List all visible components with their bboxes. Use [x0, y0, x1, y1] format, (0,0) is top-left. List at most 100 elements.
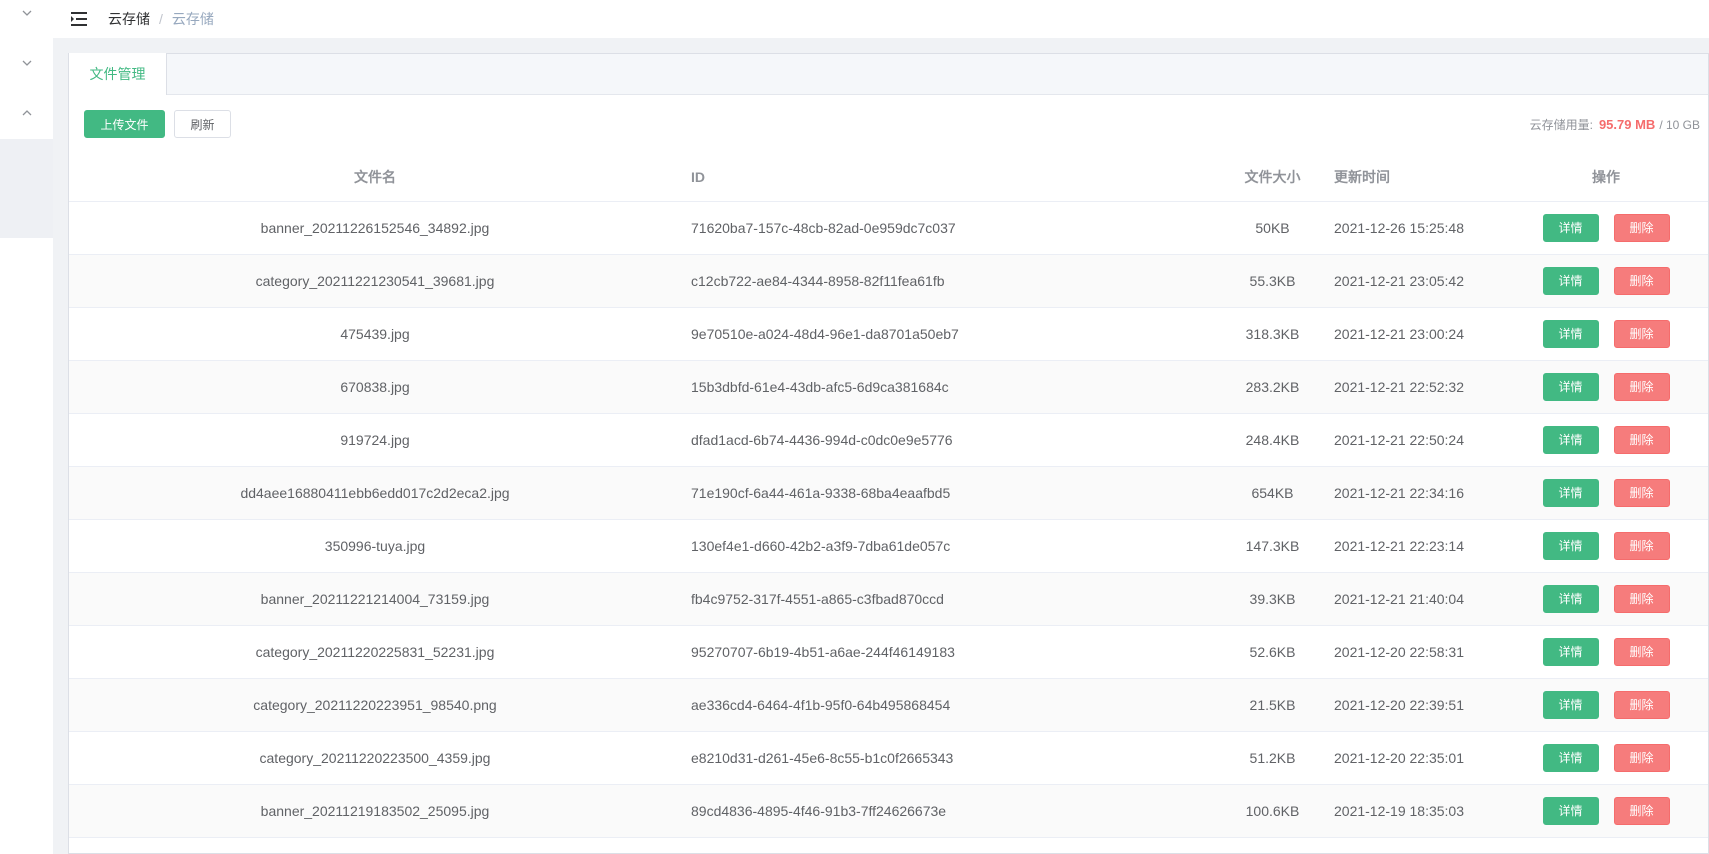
- detail-button[interactable]: 详情: [1542, 478, 1599, 507]
- file-time-cell: 2021-12-21 21:40:04: [1324, 572, 1504, 626]
- table-row: 350996-tuya.jpg 130ef4e1-d660-42b2-a3f9-7…: [69, 519, 1708, 573]
- file-time-cell: 2021-12-20 22:35:01: [1324, 731, 1504, 785]
- file-time-cell: 2021-12-21 22:52:32: [1324, 360, 1504, 414]
- detail-button[interactable]: 详情: [1542, 584, 1599, 613]
- file-time-cell: 2021-12-19 18:35:03: [1324, 784, 1504, 838]
- file-time-cell: 2021-12-20 22:39:51: [1324, 678, 1504, 732]
- operations-group: 详情 删除: [1504, 743, 1708, 772]
- table-row: category_20211220223500_4359.jpg e8210d31…: [69, 731, 1708, 785]
- file-time-cell: 2021-12-21 23:00:24: [1324, 307, 1504, 361]
- operations-group: 详情 删除: [1504, 637, 1708, 666]
- delete-button[interactable]: 删除: [1613, 690, 1670, 719]
- operations-cell: 详情 删除: [1504, 413, 1708, 467]
- file-name-cell: 475439.jpg: [69, 307, 681, 361]
- storage-usage: 云存储用量: 95.79 MB / 10 GB: [1530, 116, 1700, 133]
- delete-button[interactable]: 删除: [1613, 584, 1670, 613]
- table-row: 670838.jpg 15b3dbfd-61e4-43db-afc5-6d9ca3…: [69, 360, 1708, 414]
- operations-group: 详情 删除: [1504, 425, 1708, 454]
- operations-cell: 详情 删除: [1504, 784, 1708, 838]
- detail-button[interactable]: 详情: [1542, 531, 1599, 560]
- operations-cell: 详情 删除: [1504, 307, 1708, 361]
- table-row: category_20211220223951_98540.png ae336cd…: [69, 678, 1708, 732]
- table-row: dd4aee16880411ebb6edd017c2d2eca2.jpg 71e1…: [69, 466, 1708, 520]
- delete-button[interactable]: 删除: [1613, 213, 1670, 242]
- delete-button[interactable]: 删除: [1613, 796, 1670, 825]
- column-header-size: 文件大小: [1221, 153, 1324, 202]
- delete-button[interactable]: 删除: [1613, 266, 1670, 295]
- file-time-cell: 2021-12-21 22:34:16: [1324, 466, 1504, 520]
- table-row: 475439.jpg 9e70510e-a024-48d4-96e1-da8701…: [69, 307, 1708, 361]
- file-name-cell: category_20211220223951_98540.png: [69, 678, 681, 732]
- operations-cell: 详情 删除: [1504, 254, 1708, 308]
- detail-button[interactable]: 详情: [1542, 690, 1599, 719]
- operations-group: 详情 删除: [1504, 478, 1708, 507]
- breadcrumb-separator: /: [159, 11, 163, 27]
- operations-cell: 详情 删除: [1504, 625, 1708, 679]
- column-header-name: 文件名: [69, 153, 681, 202]
- delete-button[interactable]: 删除: [1613, 743, 1670, 772]
- file-name-cell: 670838.jpg: [69, 360, 681, 414]
- chevron-down-icon[interactable]: [0, 51, 53, 75]
- detail-button[interactable]: 详情: [1542, 743, 1599, 772]
- file-name-cell: 350996-tuya.jpg: [69, 519, 681, 573]
- detail-button[interactable]: 详情: [1542, 425, 1599, 454]
- file-name-cell: banner_20211226152546_34892.jpg: [69, 201, 681, 255]
- file-time-cell: 2021-12-21 22:50:24: [1324, 413, 1504, 467]
- column-header-id: ID: [681, 153, 1221, 202]
- operations-cell: 详情 删除: [1504, 731, 1708, 785]
- operations-group: 详情 删除: [1504, 319, 1708, 348]
- storage-usage-label: 云存储用量:: [1529, 118, 1593, 132]
- delete-button[interactable]: 删除: [1613, 425, 1670, 454]
- table-row: 919724.jpg dfad1acd-6b74-4436-994d-c0dc0e…: [69, 413, 1708, 467]
- file-size-cell: 21.5KB: [1221, 678, 1324, 732]
- refresh-button[interactable]: 刷新: [174, 110, 231, 138]
- detail-button[interactable]: 详情: [1542, 319, 1599, 348]
- operations-cell: 详情 删除: [1504, 519, 1708, 573]
- detail-button[interactable]: 详情: [1542, 637, 1599, 666]
- file-name-cell: dd4aee16880411ebb6edd017c2d2eca2.jpg: [69, 466, 681, 520]
- sidebar-active-submenu[interactable]: [0, 139, 53, 238]
- upload-file-button[interactable]: 上传文件: [84, 110, 165, 138]
- detail-button[interactable]: 详情: [1542, 372, 1599, 401]
- table-row: banner_20211221214004_73159.jpg fb4c9752-…: [69, 572, 1708, 626]
- detail-button[interactable]: 详情: [1542, 266, 1599, 295]
- detail-button[interactable]: 详情: [1542, 796, 1599, 825]
- storage-usage-total: / 10 GB: [1659, 118, 1700, 132]
- storage-usage-value: 95.79 MB: [1598, 117, 1656, 132]
- file-id-cell: 15b3dbfd-61e4-43db-afc5-6d9ca381684c: [681, 360, 1221, 414]
- detail-button[interactable]: 详情: [1542, 213, 1599, 242]
- file-name-cell: banner_20211219183502_25095.jpg: [69, 784, 681, 838]
- chevron-up-icon[interactable]: [0, 101, 53, 125]
- breadcrumb-item-current: 云存储: [171, 11, 214, 27]
- operations-group: 详情 删除: [1504, 266, 1708, 295]
- content-card: 文件管理 上传文件 刷新 云存储用量: 95.79 MB / 10 GB 文件名…: [68, 53, 1709, 854]
- table-row: banner_20211226152546_34892.jpg 71620ba7-…: [69, 201, 1708, 255]
- file-size-cell: 39.3KB: [1221, 572, 1324, 626]
- delete-button[interactable]: 删除: [1613, 319, 1670, 348]
- table-row: category_20211221230541_39681.jpg c12cb72…: [69, 254, 1708, 308]
- chevron-down-icon[interactable]: [0, 1, 53, 25]
- file-time-cell: 2021-12-21 23:05:42: [1324, 254, 1504, 308]
- delete-button[interactable]: 删除: [1613, 478, 1670, 507]
- file-name-cell: category_20211221230541_39681.jpg: [69, 254, 681, 308]
- operations-group: 详情 删除: [1504, 372, 1708, 401]
- breadcrumb: 云存储 / 云存储: [108, 9, 214, 29]
- delete-button[interactable]: 删除: [1613, 531, 1670, 560]
- file-name-cell: category_20211220225831_52231.jpg: [69, 625, 681, 679]
- menu-fold-icon[interactable]: [68, 8, 90, 30]
- delete-button[interactable]: 删除: [1613, 372, 1670, 401]
- file-id-cell: fb4c9752-317f-4551-a865-c3fbad870ccd: [681, 572, 1221, 626]
- file-name-cell: category_20211220223500_4359.jpg: [69, 731, 681, 785]
- operations-group: 详情 删除: [1504, 531, 1708, 560]
- operations-group: 详情 删除: [1504, 584, 1708, 613]
- delete-button[interactable]: 删除: [1613, 637, 1670, 666]
- operations-cell: 详情 删除: [1504, 572, 1708, 626]
- file-id-cell: ae336cd4-6464-4f1b-95f0-64b495868454: [681, 678, 1221, 732]
- table-body: banner_20211226152546_34892.jpg 71620ba7-…: [69, 201, 1708, 838]
- file-id-cell: dfad1acd-6b74-4436-994d-c0dc0e9e5776: [681, 413, 1221, 467]
- column-header-time: 更新时间: [1324, 153, 1504, 202]
- breadcrumb-item-root[interactable]: 云存储: [108, 9, 150, 29]
- file-size-cell: 52.6KB: [1221, 625, 1324, 679]
- file-size-cell: 55.3KB: [1221, 254, 1324, 308]
- tab-file-management[interactable]: 文件管理: [69, 53, 167, 95]
